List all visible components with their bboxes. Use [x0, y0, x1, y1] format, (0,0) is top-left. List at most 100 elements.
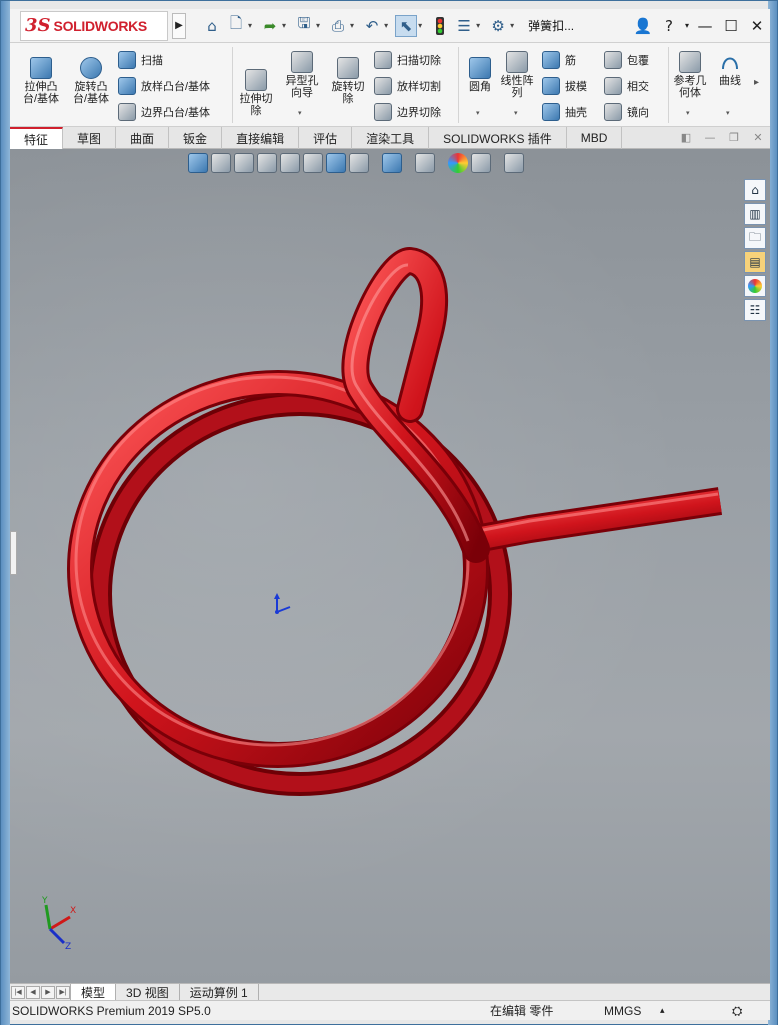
next-tab-icon[interactable]: ▶ — [41, 985, 55, 999]
new-icon[interactable]: 🗋 — [225, 14, 247, 37]
gear-icon[interactable]: ⚙ — [487, 15, 509, 37]
hole-wizard-dropdown-icon[interactable]: ▾ — [298, 109, 302, 117]
print-dropdown-icon[interactable]: ▾ — [350, 21, 354, 30]
revolve-cut-button[interactable]: 旋转切除 — [328, 57, 368, 105]
unit-system[interactable]: MMGS — [604, 1004, 641, 1018]
open-dropdown-icon[interactable]: ▾ — [282, 21, 286, 30]
ribbon-separator — [668, 47, 669, 123]
intersect-button[interactable]: 相交 — [604, 77, 649, 95]
mirror-button[interactable]: 镜向 — [604, 103, 649, 121]
graphics-area[interactable]: ⌂ ▥ 🗀 ▤ ☷ X Y Z — [10, 149, 770, 983]
gear-dropdown-icon[interactable]: ▾ — [510, 21, 514, 30]
doc-restore-button[interactable]: ❐ — [722, 131, 746, 144]
lofted-cut-label: 放样切割 — [397, 81, 441, 93]
rib-icon — [542, 51, 560, 69]
select-icon[interactable]: ⬉ — [395, 14, 418, 37]
loft-boss-icon — [118, 77, 136, 95]
tab-render-tools[interactable]: 渲染工具 — [352, 127, 430, 149]
triad-z-label: Z — [65, 942, 71, 951]
home-icon[interactable]: ⌂ — [201, 15, 223, 37]
boundary-cut-button[interactable]: 边界切除 — [374, 103, 441, 121]
prev-tab-icon[interactable]: ◀ — [26, 985, 40, 999]
swept-cut-button[interactable]: 扫描切除 — [374, 51, 441, 69]
close-button[interactable]: ✕ — [744, 17, 770, 35]
wrap-button[interactable]: 包覆 — [604, 51, 649, 69]
undo-dropdown-icon[interactable]: ▾ — [384, 21, 388, 30]
document-window-controls: ◧ — ❐ ✕ — [674, 127, 770, 148]
help-icon[interactable]: ? — [656, 17, 682, 35]
fillet-dropdown-icon[interactable]: ▾ — [476, 109, 480, 117]
tile-icon[interactable]: ◧ — [674, 131, 698, 144]
curves-dropdown-icon[interactable]: ▾ — [726, 109, 730, 117]
revolve-boss-button[interactable]: 旋转凸台/基体 — [70, 57, 112, 105]
status-settings-icon[interactable]: ⛭ — [732, 1003, 742, 1019]
doc-close-button[interactable]: ✕ — [746, 131, 770, 144]
save-icon[interactable]: 🖫 — [293, 14, 315, 37]
first-tab-icon[interactable]: |◀ — [11, 985, 25, 999]
revolve-cut-icon — [337, 57, 359, 79]
revolve-boss-label: 旋转凸台/基体 — [72, 81, 110, 105]
loft-boss-button[interactable]: 放样凸台/基体 — [118, 77, 210, 95]
tab-sheet-metal[interactable]: 钣金 — [169, 127, 223, 149]
options-list-icon[interactable]: ☰ — [453, 15, 475, 37]
status-bar: SOLIDWORKS Premium 2019 SP5.0 在编辑 零件 MMG… — [10, 1000, 770, 1020]
draft-button[interactable]: 拔模 — [542, 77, 587, 95]
shell-button[interactable]: 抽壳 — [542, 103, 587, 121]
spring-clip-model[interactable] — [10, 149, 770, 983]
open-icon[interactable]: ➦ — [259, 15, 281, 37]
tab-mbd[interactable]: MBD — [567, 127, 623, 149]
linear-pattern-button[interactable]: 线性阵列 — [498, 51, 536, 99]
tab-solidworks-addins[interactable]: SOLIDWORKS 插件 — [429, 127, 567, 149]
maximize-button[interactable]: ☐ — [718, 17, 744, 35]
solidworks-logo[interactable]: 3S SOLIDWORKS — [20, 10, 168, 41]
tab-3d-views[interactable]: 3D 视图 — [116, 984, 180, 1000]
reference-geometry-button[interactable]: 参考几何体 — [672, 51, 708, 99]
linear-pattern-dropdown-icon[interactable]: ▾ — [514, 109, 518, 117]
tab-evaluate[interactable]: 评估 — [299, 127, 353, 149]
tab-model[interactable]: 模型 — [70, 984, 117, 1000]
menu-expand-arrow[interactable]: ▶ — [172, 12, 186, 39]
undo-icon[interactable]: ↶ — [361, 15, 383, 37]
extrude-boss-label: 拉伸凸台/基体 — [22, 81, 60, 105]
command-manager-tabs: 特征 草图 曲面 钣金 直接编辑 评估 渲染工具 SOLIDWORKS 插件 M… — [10, 127, 770, 149]
options-list-dropdown-icon[interactable]: ▾ — [476, 21, 480, 30]
user-icon[interactable]: 👤 — [630, 17, 656, 35]
tab-features[interactable]: 特征 — [10, 127, 64, 149]
sweep-button[interactable]: 扫描 — [118, 51, 163, 69]
hole-wizard-button[interactable]: 异型孔向导 — [282, 51, 322, 99]
coordinate-triad: X Y Z — [41, 896, 76, 951]
lofted-cut-button[interactable]: 放样切割 — [374, 77, 441, 95]
tab-direct-editing[interactable]: 直接编辑 — [222, 127, 300, 149]
reference-geometry-dropdown-icon[interactable]: ▾ — [686, 109, 690, 117]
last-tab-icon[interactable]: ▶| — [56, 985, 70, 999]
boundary-boss-label: 边界凸台/基体 — [141, 107, 211, 119]
doc-minimize-button[interactable]: — — [698, 131, 722, 144]
ribbon-overflow-icon[interactable]: ▸ — [754, 77, 759, 88]
curves-button[interactable]: 曲线 — [714, 51, 746, 87]
wrap-label: 包覆 — [627, 55, 649, 67]
model-view-tabs: |◀ ◀ ▶ ▶| 模型 3D 视图 运动算例 1 — [10, 983, 770, 1000]
fillet-button[interactable]: 圆角 — [462, 57, 498, 93]
print-icon[interactable]: ⎙ — [327, 15, 349, 37]
triad-x-label: X — [70, 906, 76, 916]
extrude-cut-label: 拉伸切除 — [239, 93, 273, 117]
extrude-cut-button[interactable]: 拉伸切除 — [236, 69, 276, 117]
tab-motion-study[interactable]: 运动算例 1 — [180, 984, 259, 1000]
boundary-boss-button[interactable]: 边界凸台/基体 — [118, 103, 210, 121]
units-dropdown-icon[interactable]: ▴ — [660, 1005, 665, 1016]
origin-marker — [274, 593, 291, 614]
save-dropdown-icon[interactable]: ▾ — [316, 21, 320, 30]
help-dropdown-icon[interactable]: ▾ — [682, 21, 692, 30]
new-dropdown-icon[interactable]: ▾ — [248, 21, 252, 30]
minimize-button[interactable]: — — [692, 17, 718, 35]
extrude-boss-button[interactable]: 拉伸凸台/基体 — [20, 57, 62, 105]
traffic-light-icon[interactable] — [429, 15, 451, 37]
rib-button[interactable]: 筋 — [542, 51, 576, 69]
select-dropdown-icon[interactable]: ▾ — [418, 21, 422, 30]
shell-label: 抽壳 — [565, 107, 587, 119]
linear-pattern-label: 线性阵列 — [500, 75, 534, 99]
tab-surfaces[interactable]: 曲面 — [116, 127, 170, 149]
tab-sketch[interactable]: 草图 — [63, 127, 117, 149]
document-title: 弹簧扣... — [528, 19, 575, 33]
revolve-boss-icon — [80, 57, 102, 79]
